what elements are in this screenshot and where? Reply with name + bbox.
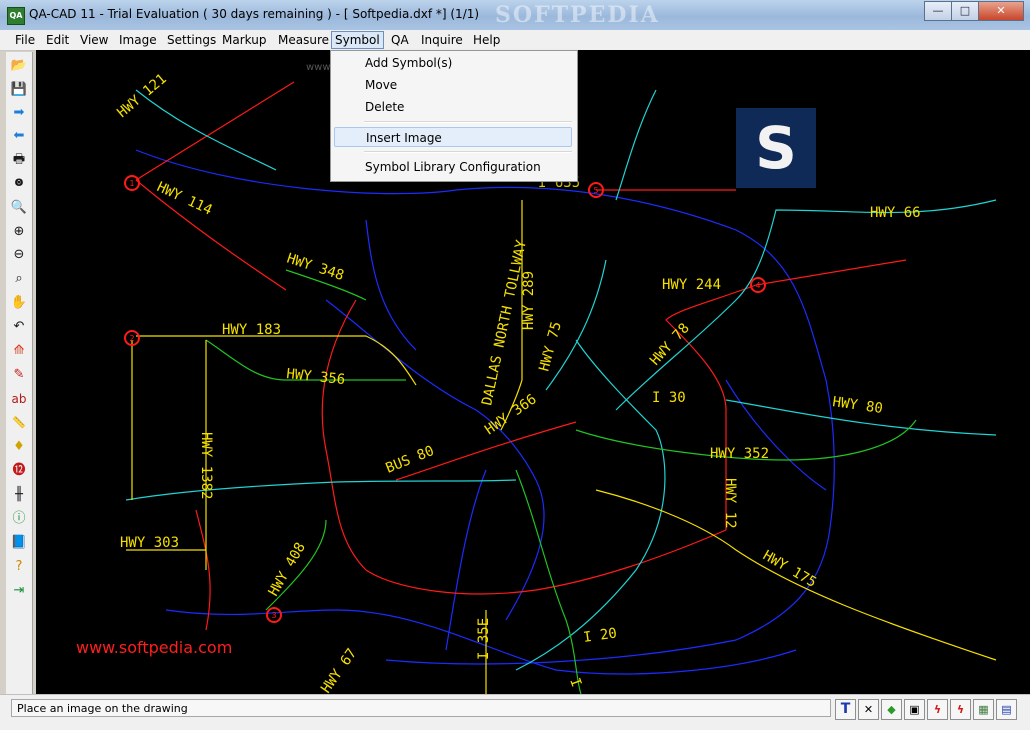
label-i-4: I 4 <box>566 676 590 694</box>
zoom-in-icon[interactable]: ⊕ <box>8 222 30 242</box>
cancel-button[interactable]: ✕ <box>858 699 879 720</box>
label-hwy-303: HWY 303 <box>120 535 179 551</box>
label-hwy-348: HWY 348 <box>285 251 346 284</box>
text-icon[interactable]: ab <box>8 389 30 409</box>
exit-icon[interactable]: ⇥ <box>8 581 30 601</box>
save-icon[interactable]: 💾 <box>8 80 30 100</box>
menu-markup[interactable]: Markup <box>219 32 269 48</box>
menu-settings[interactable]: Settings <box>164 32 219 48</box>
menu-qa[interactable]: QA <box>388 32 412 48</box>
help-icon[interactable]: ? <box>8 557 30 577</box>
tools-toolbar: 📂 💾 ➡ ⬅ 🖶 ꙩ 🔍 ⊕ ⊖ ⌕ ✋ ↶ ⟰ ✎ ab 📏 ♦ ⓬ ╫ ⓘ… <box>6 52 33 694</box>
menu-item-symbol-library-config[interactable]: Symbol Library Configuration <box>334 157 572 177</box>
label-hwy-352: HWY 352 <box>710 446 769 462</box>
menu-separator <box>364 121 572 123</box>
website-text: www.softpedia.com <box>76 638 233 657</box>
label-hwy-1382: HWY 1382 <box>198 432 214 499</box>
label-hwy-67: HWY 67 <box>318 646 360 694</box>
menu-file[interactable]: File <box>12 32 38 48</box>
label-hwy-244: HWY 244 <box>662 277 721 293</box>
menu-separator <box>364 151 572 153</box>
minimize-button[interactable]: — <box>924 1 952 21</box>
label-hwy-121: HWY 121 <box>114 71 169 121</box>
undo-icon[interactable]: ↶ <box>8 317 30 337</box>
marker-2: 2 <box>129 334 134 343</box>
pencil-icon[interactable]: ✎ <box>8 365 30 385</box>
binoculars-icon[interactable]: ꙩ <box>8 173 30 193</box>
zoom-icon[interactable]: 🔍 <box>8 198 30 218</box>
arrow-left-icon[interactable]: ⬅ <box>8 126 30 146</box>
title-watermark: SOFTPEDIA <box>495 2 660 28</box>
app-icon: QA <box>7 7 25 25</box>
label-bus-80: BUS 80 <box>384 443 437 477</box>
label-hwy-78: HWY 78 <box>647 320 693 368</box>
label-hwy-356: HWY 356 <box>286 366 346 388</box>
label-i-30: I 30 <box>652 390 686 406</box>
label-hwy-114: HWY 114 <box>154 179 214 218</box>
snap-toggle-button[interactable]: ϟ <box>927 699 948 720</box>
pin-icon[interactable]: ♦ <box>8 437 30 457</box>
open-folder-icon[interactable]: 📂 <box>8 56 30 76</box>
close-button[interactable]: ✕ <box>978 1 1024 21</box>
label-hwy-183: HWY 183 <box>222 322 281 338</box>
label-hwy-66: HWY 66 <box>870 205 921 221</box>
maximize-button[interactable]: □ <box>951 1 979 21</box>
menu-item-delete[interactable]: Delete <box>334 97 572 117</box>
print-icon[interactable]: 🖶 <box>8 150 30 170</box>
menu-view[interactable]: View <box>77 32 111 48</box>
label-hwy-80-east: HWY 80 <box>831 394 883 417</box>
layer-button[interactable]: ▣ <box>904 699 925 720</box>
label-i-35e: I 35E <box>476 618 492 660</box>
menu-edit[interactable]: Edit <box>43 32 72 48</box>
label-hwy-12: HWY 12 <box>722 478 738 529</box>
symbol-menu-dropdown: Add Symbol(s) Move Delete Insert Image S… <box>330 50 578 182</box>
menu-item-insert-image[interactable]: Insert Image <box>334 127 572 147</box>
menu-measure[interactable]: Measure <box>275 32 332 48</box>
menu-item-move[interactable]: Move <box>334 75 572 95</box>
display-button[interactable]: ▤ <box>996 699 1017 720</box>
inserted-logo-image[interactable]: S <box>736 108 816 188</box>
menu-bar: File Edit View Image Settings Markup Mea… <box>0 30 1030 51</box>
status-message: Place an image on the drawing <box>11 699 831 717</box>
label-i-20: I 20 <box>582 625 618 646</box>
dimension-icon[interactable]: ╫ <box>8 485 30 505</box>
book-icon[interactable]: 📘 <box>8 533 30 553</box>
color-button[interactable]: ◆ <box>881 699 902 720</box>
menu-image[interactable]: Image <box>116 32 160 48</box>
info-icon[interactable]: ⓘ <box>8 509 30 529</box>
stamp-icon[interactable]: ⓬ <box>8 461 30 481</box>
menu-inquire[interactable]: Inquire <box>418 32 466 48</box>
menu-help[interactable]: Help <box>470 32 503 48</box>
zoom-window-icon[interactable]: ⌕ <box>8 269 30 289</box>
text-style-button[interactable]: T <box>835 699 856 720</box>
menu-symbol[interactable]: Symbol <box>331 31 384 49</box>
marker-3: 3 <box>271 611 276 620</box>
menu-item-add-symbols[interactable]: Add Symbol(s) <box>334 53 572 73</box>
window-title: QA-CAD 11 - Trial Evaluation ( 30 days r… <box>29 7 480 21</box>
grid-button[interactable]: ▦ <box>973 699 994 720</box>
marker-4: 4 <box>755 281 760 290</box>
snap-icon[interactable]: ⟰ <box>8 341 30 361</box>
zoom-out-icon[interactable]: ⊖ <box>8 245 30 265</box>
arrow-right-icon[interactable]: ➡ <box>8 103 30 123</box>
marker-5: 5 <box>593 186 598 195</box>
label-hwy-289: HWY 289 <box>521 271 537 330</box>
label-hwy-408: HWY 408 <box>266 540 309 599</box>
marker-1: 1 <box>129 179 134 188</box>
status-bar: Place an image on the drawing T ✕ ◆ ▣ ϟ … <box>0 694 1030 730</box>
pan-hand-icon[interactable]: ✋ <box>8 293 30 313</box>
ruler-icon[interactable]: 📏 <box>8 413 30 433</box>
label-hwy-75: HWY 75 <box>536 320 565 373</box>
title-bar: QA QA-CAD 11 - Trial Evaluation ( 30 day… <box>0 0 1030 31</box>
ortho-toggle-button[interactable]: ϟ <box>950 699 971 720</box>
